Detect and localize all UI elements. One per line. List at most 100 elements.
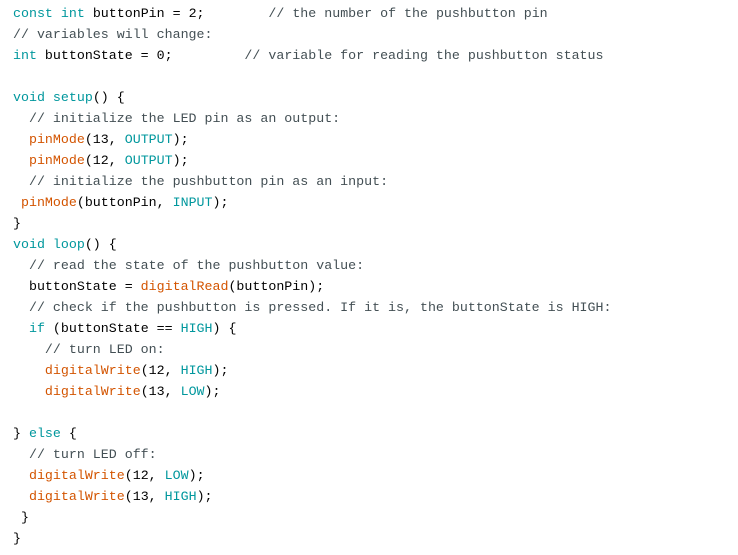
code-line: // variables will change: — [13, 24, 213, 45]
code-token-plain: } — [13, 216, 21, 231]
code-line: // check if the pushbutton is pressed. I… — [13, 297, 612, 318]
code-token-plain: ); — [212, 195, 229, 210]
code-token-plain: buttonState = 0; — [36, 48, 245, 63]
code-token-func: pinMode — [28, 153, 85, 168]
code-token-plain: ); — [172, 132, 189, 147]
code-token-plain: ); — [204, 384, 221, 399]
code-token-comment: // read the state of the pushbutton valu… — [28, 258, 365, 273]
code-token-plain: (13, — [124, 489, 165, 504]
code-line: digitalWrite(12, LOW); — [13, 465, 205, 486]
code-line: void setup() { — [13, 87, 125, 108]
code-token-keyword: void — [13, 90, 45, 105]
code-token-keyword: const — [13, 6, 53, 21]
code-token-plain: (12, — [140, 363, 181, 378]
code-token-plain: buttonState = — [13, 279, 141, 294]
code-token-plain: } — [13, 510, 29, 525]
code-token-plain: ); — [172, 153, 189, 168]
code-token-plain: ); — [188, 468, 205, 483]
code-line: buttonState = digitalRead(buttonPin); — [13, 276, 324, 297]
code-token-keyword: void — [13, 237, 45, 252]
code-line: if (buttonState == HIGH) { — [13, 318, 237, 339]
code-line: } — [13, 528, 21, 549]
code-token-plain: (buttonState == — [44, 321, 181, 336]
code-line: } — [13, 213, 21, 234]
code-line: // turn LED off: — [13, 444, 157, 465]
code-token-const: HIGH — [180, 363, 213, 378]
code-token-keyword: loop — [52, 237, 85, 252]
code-line: digitalWrite(13, LOW); — [13, 381, 221, 402]
code-token-func: digitalWrite — [28, 489, 125, 504]
code-token-const: OUTPUT — [124, 132, 173, 147]
code-token-keyword: setup — [52, 90, 93, 105]
code-token-const: LOW — [164, 468, 189, 483]
code-token-plain: } — [13, 426, 29, 441]
code-token-func: pinMode — [20, 195, 77, 210]
code-token-plain: (13, — [140, 384, 181, 399]
code-line: // turn LED on: — [13, 339, 165, 360]
code-token-plain: (buttonPin); — [228, 279, 325, 294]
code-line: digitalWrite(13, HIGH); — [13, 486, 213, 507]
code-line: // read the state of the pushbutton valu… — [13, 255, 364, 276]
code-line: void loop() { — [13, 234, 117, 255]
code-token-plain: ); — [212, 363, 229, 378]
code-token-plain: (12, — [124, 468, 165, 483]
code-token-keyword: if — [28, 321, 45, 336]
code-token-func: digitalWrite — [44, 384, 141, 399]
code-line: // initialize the LED pin as an output: — [13, 108, 340, 129]
code-token-const: HIGH — [164, 489, 197, 504]
code-token-plain: ); — [196, 489, 213, 504]
code-token-comment: // initialize the pushbutton pin as an i… — [28, 174, 389, 189]
code-token-comment: // turn LED off: — [28, 447, 157, 462]
code-editor[interactable]: const int buttonPin = 2; // the number o… — [0, 0, 738, 555]
code-line: const int buttonPin = 2; // the number o… — [13, 3, 548, 24]
code-token-plain: (buttonPin, — [76, 195, 173, 210]
code-token-keyword: else — [28, 426, 61, 441]
code-token-const: HIGH — [180, 321, 213, 336]
code-line: pinMode(buttonPin, INPUT); — [13, 192, 229, 213]
code-token-const: LOW — [180, 384, 205, 399]
code-token-keyword: int — [13, 48, 37, 63]
code-token-comment: // variable for reading the pushbutton s… — [244, 48, 604, 63]
code-token-const: OUTPUT — [124, 153, 173, 168]
code-token-plain: } — [13, 531, 21, 546]
code-line: } else { — [13, 423, 77, 444]
code-token-func: digitalRead — [140, 279, 229, 294]
code-line: pinMode(13, OUTPUT); — [13, 129, 189, 150]
code-token-plain: ) { — [212, 321, 237, 336]
code-token-plain: (13, — [84, 132, 125, 147]
code-token-comment: // variables will change: — [13, 27, 213, 42]
code-token-plain: (12, — [84, 153, 125, 168]
code-token-keyword: int — [60, 6, 85, 21]
code-token-func: pinMode — [28, 132, 85, 147]
code-token-comment: // the number of the pushbutton pin — [268, 6, 548, 21]
code-line: pinMode(12, OUTPUT); — [13, 150, 189, 171]
code-token-const: INPUT — [172, 195, 213, 210]
code-token-comment: // turn LED on: — [44, 342, 165, 357]
code-line: } — [13, 507, 29, 528]
code-token-plain: { — [60, 426, 77, 441]
code-line: // initialize the pushbutton pin as an i… — [13, 171, 388, 192]
code-line: digitalWrite(12, HIGH); — [13, 360, 229, 381]
code-line: int buttonState = 0; // variable for rea… — [13, 45, 604, 66]
code-token-func: digitalWrite — [28, 468, 125, 483]
code-token-plain: () { — [92, 90, 125, 105]
code-token-plain: () { — [84, 237, 117, 252]
code-token-comment: // initialize the LED pin as an output: — [28, 111, 341, 126]
